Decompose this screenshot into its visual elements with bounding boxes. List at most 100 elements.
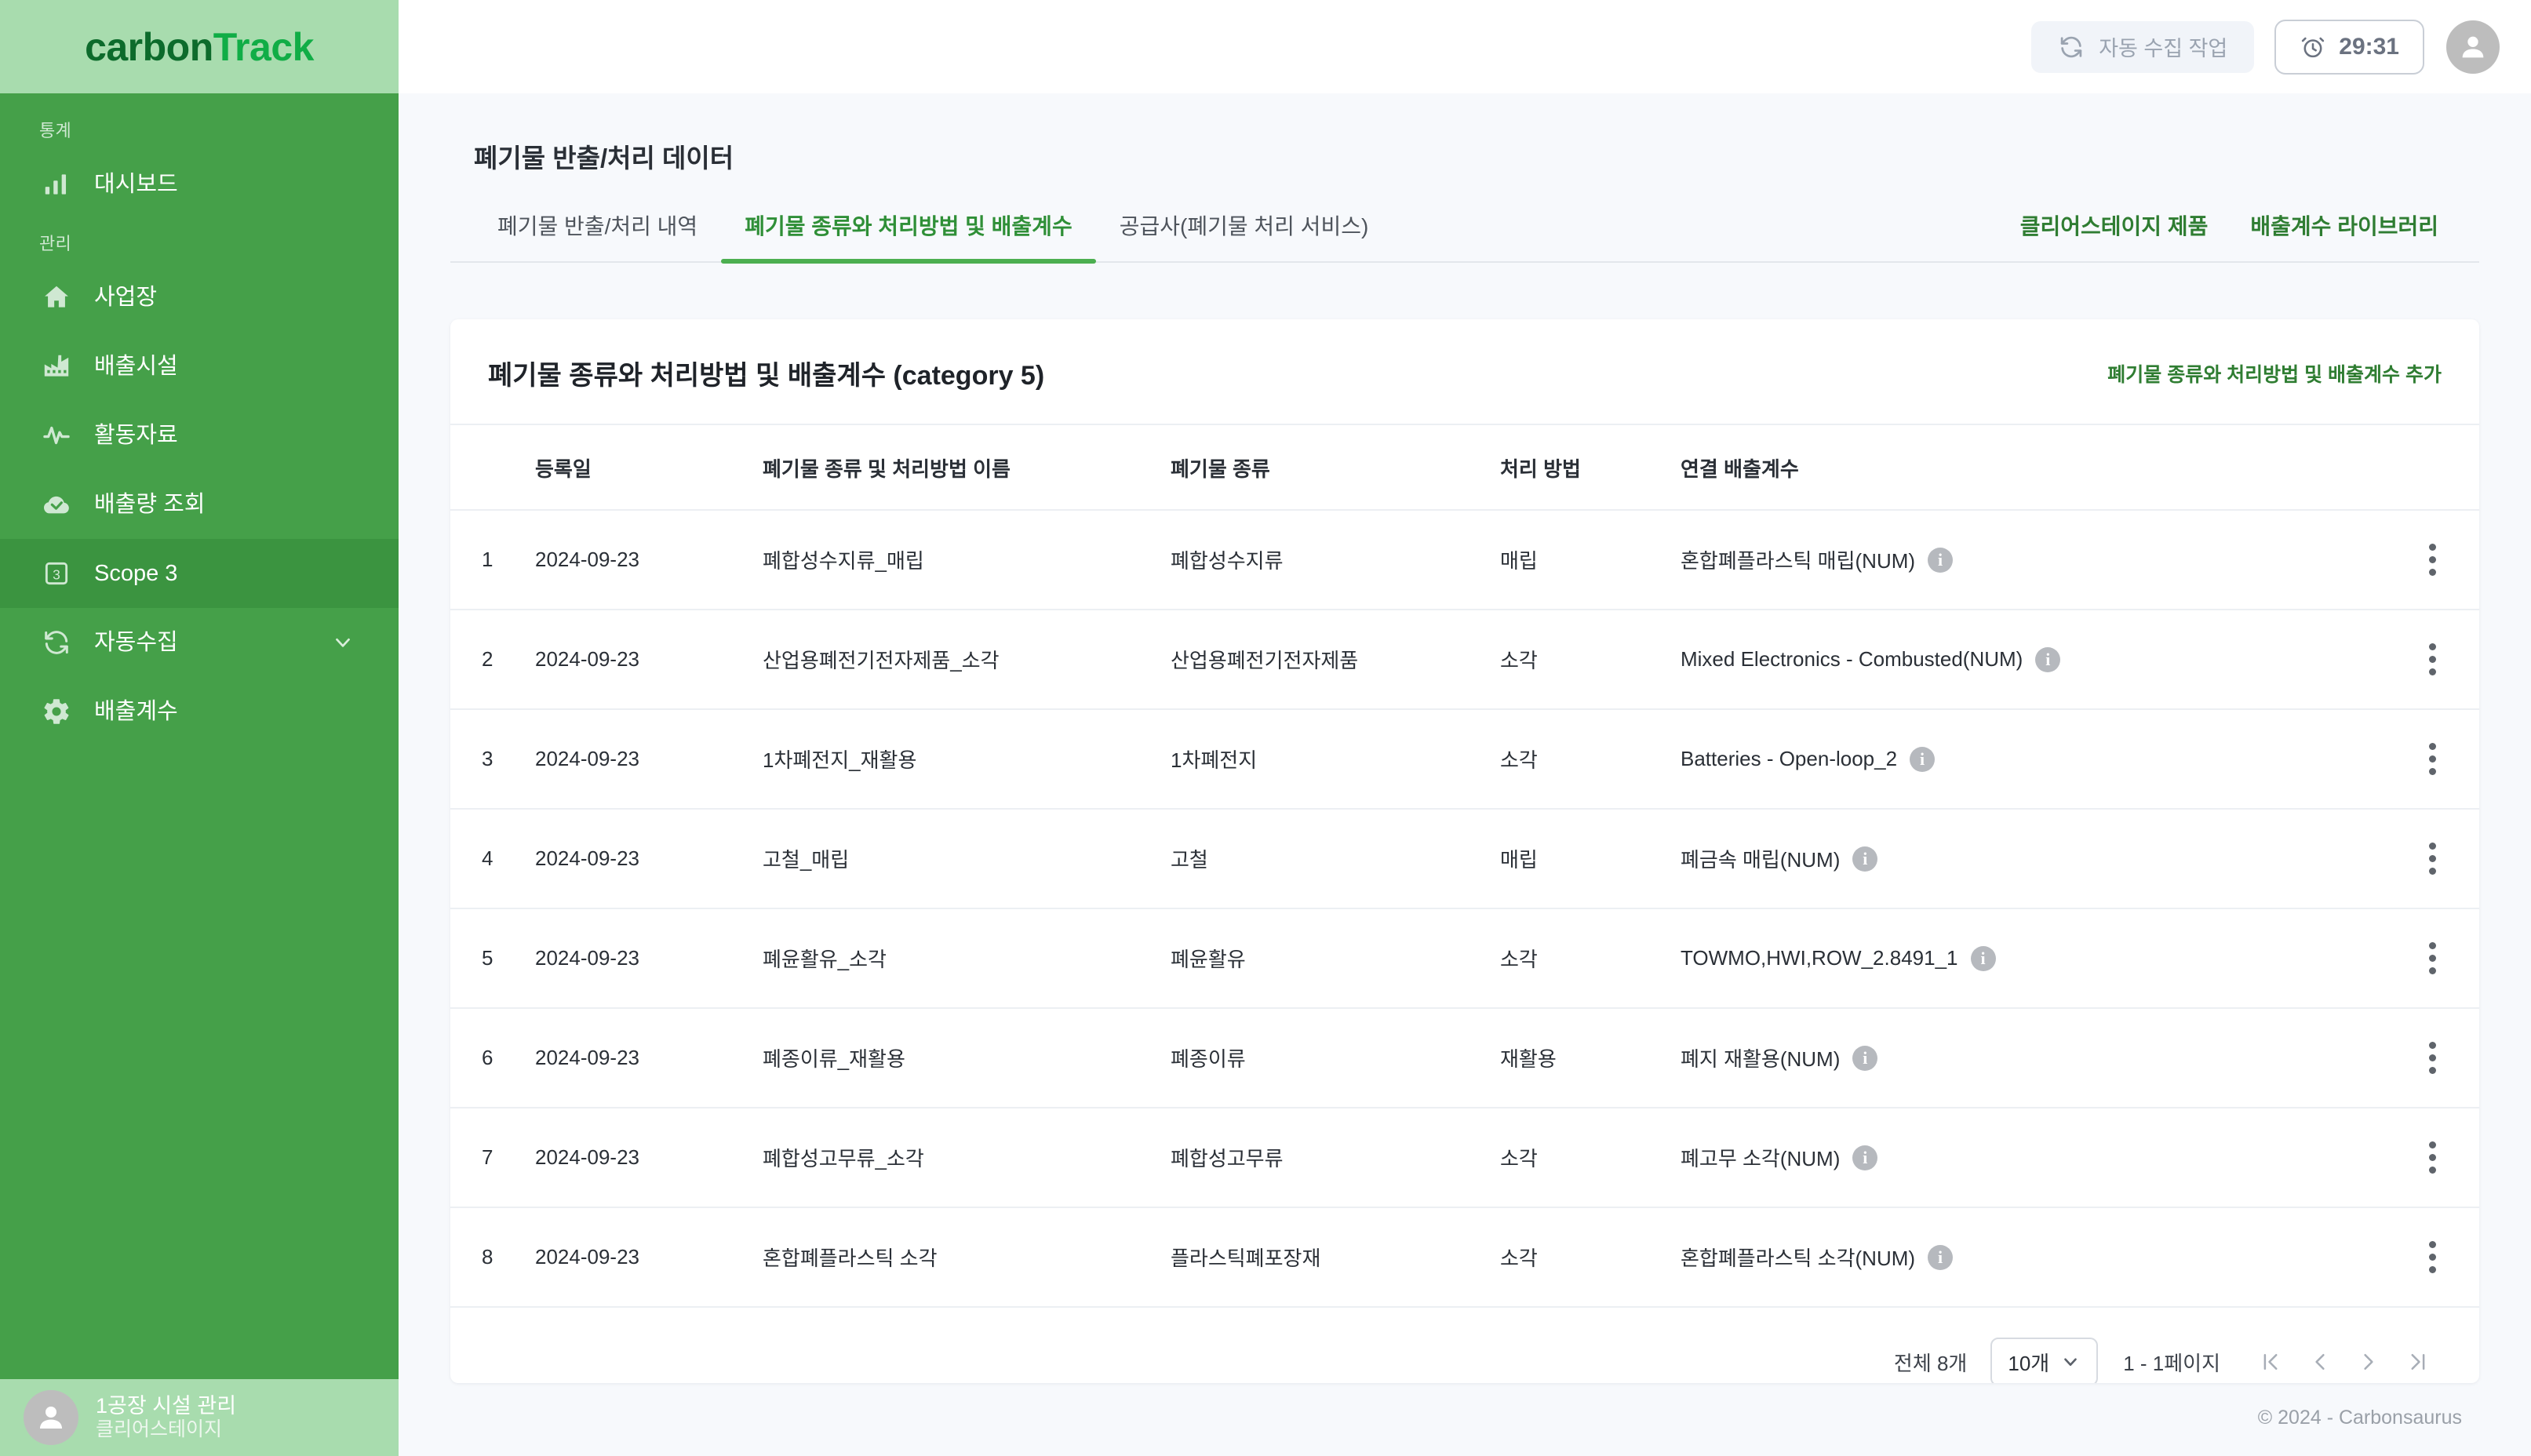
sidebar-item-activity-data[interactable]: 활동자료 bbox=[0, 401, 399, 470]
info-icon[interactable]: i bbox=[2035, 646, 2061, 672]
page-size-select[interactable]: 10개 bbox=[1990, 1338, 2099, 1383]
table-row[interactable]: 2 2024-09-23 산업용폐전기전자제품_소각 산업용폐전기전자제품 소각… bbox=[450, 610, 2479, 710]
info-icon[interactable]: i bbox=[1852, 1045, 1878, 1071]
info-icon[interactable]: i bbox=[1928, 1244, 1954, 1270]
cell-actions bbox=[2385, 1008, 2479, 1108]
cell-linked-ef-text: 폐고무 소각(NUM) bbox=[1681, 1147, 1841, 1170]
sidebar-item-dashboard[interactable]: 대시보드 bbox=[0, 150, 399, 219]
cell-linked-ef: Batteries - Open-loop_2 i bbox=[1681, 709, 2385, 810]
brand-text-track: Track bbox=[213, 24, 315, 69]
next-page-icon[interactable] bbox=[2344, 1338, 2393, 1383]
link-clearstage-product[interactable]: 클리어스테이지 제품 bbox=[2003, 209, 2226, 241]
cell-linked-ef: 폐금속 매립(NUM) i bbox=[1681, 809, 2385, 909]
row-menu-icon[interactable] bbox=[2385, 836, 2479, 881]
cell-linked-ef-text: Mixed Electronics - Combusted(NUM) bbox=[1681, 647, 2023, 671]
cell-date: 2024-09-23 bbox=[535, 1008, 763, 1108]
sidebar-item-emission-facility[interactable]: 배출시설 bbox=[0, 332, 399, 401]
table-row[interactable]: 1 2024-09-23 폐합성수지류_매립 폐합성수지류 매립 혼합폐플라스틱… bbox=[450, 510, 2479, 610]
row-menu-icon[interactable] bbox=[2385, 537, 2479, 582]
tab-waste-type-and-treatment-ef[interactable]: 폐기물 종류와 처리방법 및 배출계수 bbox=[721, 209, 1096, 264]
cell-date: 2024-09-23 bbox=[535, 1207, 763, 1308]
cell-date: 2024-09-23 bbox=[535, 610, 763, 710]
pagination: 전체 8개 10개 1 - 1페이지 bbox=[450, 1308, 2479, 1383]
sidebar-item-label: 배출시설 bbox=[94, 353, 178, 379]
info-icon[interactable]: i bbox=[1910, 746, 1936, 772]
auto-collect-job-button[interactable]: 자동 수집 작업 bbox=[2031, 20, 2255, 73]
sidebar-item-emission-factor[interactable]: 배출계수 bbox=[0, 677, 399, 746]
cell-linked-ef-text: 폐금속 매립(NUM) bbox=[1681, 848, 1841, 872]
sidebar-item-emission-query[interactable]: 배출량 조회 bbox=[0, 470, 399, 539]
cell-name: 고철_매립 bbox=[763, 809, 1171, 909]
chevron-down-icon[interactable] bbox=[331, 631, 355, 654]
activity-icon bbox=[39, 418, 74, 453]
cell-type: 폐합성수지류 bbox=[1171, 510, 1500, 610]
add-waste-type-ef-button[interactable]: 폐기물 종류와 처리방법 및 배출계수 추가 bbox=[2107, 359, 2442, 388]
table-row[interactable]: 4 2024-09-23 고철_매립 고철 매립 폐금속 매립(NUM) i bbox=[450, 809, 2479, 909]
cell-linked-ef: 혼합폐플라스틱 소각(NUM) i bbox=[1681, 1207, 2385, 1308]
row-menu-icon[interactable] bbox=[2385, 737, 2479, 781]
cell-index: 8 bbox=[450, 1207, 535, 1308]
cell-date: 2024-09-23 bbox=[535, 908, 763, 1009]
sidebar: carbonTrack 통계 대시보드 관리 사업장 배출시설 활동자료 배출량… bbox=[0, 0, 399, 1456]
row-menu-icon[interactable] bbox=[2385, 1235, 2479, 1279]
first-page-icon[interactable] bbox=[2247, 1338, 2296, 1383]
cell-method: 소각 bbox=[1500, 1207, 1681, 1308]
table-row[interactable]: 6 2024-09-23 폐종이류_재활용 폐종이류 재활용 폐지 재활용(NU… bbox=[450, 1008, 2479, 1108]
cell-linked-ef-text: TOWMO,HWI,ROW_2.8491_1 bbox=[1681, 946, 1958, 970]
cell-name: 혼합폐플라스틱 소각 bbox=[763, 1207, 1171, 1308]
cell-index: 4 bbox=[450, 809, 535, 909]
prev-page-icon[interactable] bbox=[2296, 1338, 2344, 1383]
sidebar-user-card[interactable]: 1공장 시설 관리 클리어스테이지 bbox=[0, 1379, 399, 1456]
data-card: 폐기물 종류와 처리방법 및 배출계수 (category 5) 폐기물 종류와… bbox=[450, 319, 2479, 1383]
cell-name: 1차폐전지_재활용 bbox=[763, 709, 1171, 810]
avatar bbox=[24, 1390, 78, 1445]
cell-actions bbox=[2385, 809, 2479, 909]
table-row[interactable]: 8 2024-09-23 혼합폐플라스틱 소각 플라스틱폐포장재 소각 혼합폐플… bbox=[450, 1207, 2479, 1308]
info-icon[interactable]: i bbox=[1852, 1145, 1878, 1170]
row-menu-icon[interactable] bbox=[2385, 637, 2479, 682]
sidebar-item-auto-collect[interactable]: 자동수집 bbox=[0, 608, 399, 677]
sidebar-item-worksite[interactable]: 사업장 bbox=[0, 263, 399, 332]
cell-index: 7 bbox=[450, 1108, 535, 1208]
cell-date: 2024-09-23 bbox=[535, 809, 763, 909]
cell-linked-ef: Mixed Electronics - Combusted(NUM) i bbox=[1681, 610, 2385, 710]
page-size-value: 10개 bbox=[2008, 1351, 2050, 1375]
table-row[interactable]: 7 2024-09-23 폐합성고무류_소각 폐합성고무류 소각 폐고무 소각(… bbox=[450, 1108, 2479, 1208]
row-menu-icon[interactable] bbox=[2385, 1135, 2479, 1180]
table-row[interactable]: 3 2024-09-23 1차폐전지_재활용 1차폐전지 소각 Batterie… bbox=[450, 709, 2479, 810]
cell-name: 폐종이류_재활용 bbox=[763, 1008, 1171, 1108]
cell-linked-ef-text: 혼합폐플라스틱 소각(NUM) bbox=[1681, 1247, 1916, 1270]
sidebar-item-scope-3[interactable]: 3 Scope 3 bbox=[0, 539, 399, 608]
tab-supplier-waste-service[interactable]: 공급사(폐기물 처리 서비스) bbox=[1096, 209, 1393, 261]
pagination-range-label: 1 - 1페이지 bbox=[2123, 1351, 2220, 1375]
sidebar-nav: 통계 대시보드 관리 사업장 배출시설 활동자료 배출량 조회 3 Scope … bbox=[0, 93, 399, 1379]
cell-actions bbox=[2385, 510, 2479, 610]
tab-waste-dispatch-history[interactable]: 폐기물 반출/처리 내역 bbox=[474, 209, 721, 261]
info-icon[interactable]: i bbox=[1970, 945, 1996, 971]
session-timer-button[interactable]: 29:31 bbox=[2274, 19, 2424, 75]
cell-method: 소각 bbox=[1500, 610, 1681, 710]
row-menu-icon[interactable] bbox=[2385, 1036, 2479, 1080]
info-icon[interactable]: i bbox=[1852, 846, 1878, 872]
sidebar-user-name: 1공장 시설 관리 bbox=[96, 1394, 237, 1418]
sidebar-user-meta: 1공장 시설 관리 클리어스테이지 bbox=[96, 1394, 236, 1441]
last-page-icon[interactable] bbox=[2393, 1338, 2442, 1383]
table-body: 1 2024-09-23 폐합성수지류_매립 폐합성수지류 매립 혼합폐플라스틱… bbox=[450, 510, 2479, 1308]
content-area: 폐기물 반출/처리 데이터 폐기물 반출/처리 내역 폐기물 종류와 처리방법 … bbox=[399, 93, 2531, 1383]
cell-linked-ef: 폐지 재활용(NUM) i bbox=[1681, 1008, 2385, 1108]
cell-actions bbox=[2385, 1108, 2479, 1208]
topbar-avatar[interactable] bbox=[2446, 20, 2500, 74]
table-row[interactable]: 5 2024-09-23 폐윤활유_소각 폐윤활유 소각 TOWMO,HWI,R… bbox=[450, 908, 2479, 1009]
brand-text-carbon: carbon bbox=[85, 24, 213, 69]
tabs-bar: 폐기물 반출/처리 내역 폐기물 종류와 처리방법 및 배출계수 공급사(폐기물… bbox=[450, 209, 2479, 264]
cell-method: 매립 bbox=[1500, 809, 1681, 909]
auto-collect-job-label: 자동 수집 작업 bbox=[2099, 37, 2228, 60]
row-menu-icon[interactable] bbox=[2385, 936, 2479, 981]
info-icon[interactable]: i bbox=[1928, 547, 1954, 573]
sidebar-section-label-management: 관리 bbox=[39, 234, 72, 253]
cell-date: 2024-09-23 bbox=[535, 709, 763, 810]
cell-method: 소각 bbox=[1500, 908, 1681, 1009]
link-emission-factor-library[interactable]: 배출계수 라이브러리 bbox=[2233, 209, 2456, 241]
cell-name: 폐합성고무류_소각 bbox=[763, 1108, 1171, 1208]
brand-logo[interactable]: carbonTrack bbox=[0, 0, 399, 93]
